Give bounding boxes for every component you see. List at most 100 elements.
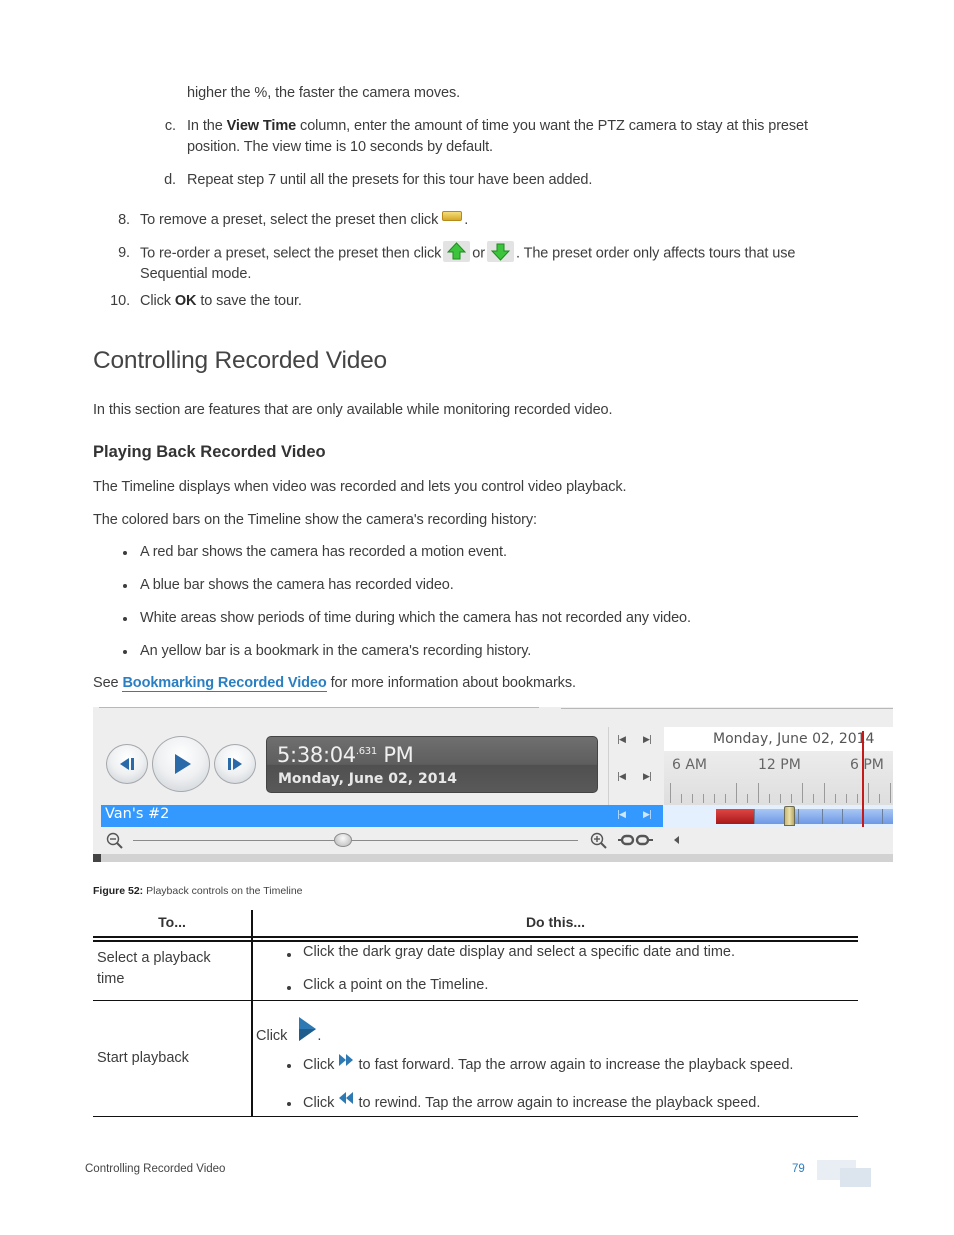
jump-end-button[interactable]: ▶|: [643, 735, 652, 745]
camera-nav: |◀ ▶|: [605, 805, 663, 827]
remove-preset-icon: [442, 211, 463, 222]
camera-prev-button[interactable]: |◀: [617, 810, 626, 820]
bookmarking-link[interactable]: Bookmarking Recorded Video: [122, 675, 327, 692]
table-cell-action: Start playback: [97, 1050, 189, 1066]
bullet-dot: [287, 1102, 291, 1106]
table-header-to: To...: [158, 914, 186, 930]
scroll-left-icon[interactable]: [673, 835, 681, 845]
ruler-tick: [857, 794, 858, 803]
play-icon: [299, 1017, 317, 1041]
ruler-tick: [791, 794, 792, 803]
date-time-display[interactable]: 5:38:04.631 PM Monday, June 02, 2014: [266, 736, 598, 793]
jump-start-button[interactable]: |◀: [617, 735, 626, 745]
recorded-video-bar: [862, 809, 883, 824]
timeline-date-header: Monday, June 02, 2014: [664, 727, 893, 751]
zoom-in-icon[interactable]: [590, 832, 608, 850]
clock-time: 5:38:04.631 PM: [277, 743, 414, 767]
move-up-icon: [443, 241, 471, 262]
ruler-tick: [725, 794, 726, 803]
zoom-row: [101, 827, 893, 853]
paragraph: The Timeline displays when video was rec…: [93, 479, 627, 495]
camera-row[interactable]: Van's #2: [101, 805, 663, 827]
prev-event-button[interactable]: |◀: [617, 772, 626, 782]
motion-event-bar: [716, 809, 754, 824]
table-bullet: Click to fast forward. Tap the arrow aga…: [303, 1053, 793, 1076]
zoom-out-icon[interactable]: [106, 832, 124, 850]
bullet-dot: [287, 953, 291, 957]
timeline-track[interactable]: [664, 805, 893, 827]
footer-section: Controlling Recorded Video: [85, 1163, 226, 1175]
step-9-line2: Sequential mode.: [140, 266, 252, 282]
bullet-item: A blue bar shows the camera has recorded…: [140, 577, 454, 593]
table-bullet: Click to rewind. Tap the arrow again to …: [303, 1091, 760, 1114]
ruler-tick: [868, 783, 869, 803]
list-marker: 10.: [110, 293, 130, 309]
ruler-label: 6 AM: [672, 757, 708, 773]
recorded-video-bar: [798, 809, 823, 824]
step-forward-button[interactable]: [214, 744, 256, 784]
bullet-item: An yellow bar is a bookmark in the camer…: [140, 643, 532, 659]
play-button[interactable]: [152, 736, 210, 792]
table-header-do: Do this...: [525, 914, 586, 930]
step-8: To remove a preset, select the preset th…: [140, 211, 469, 228]
playback-controls-figure: 5:38:04.631 PM Monday, June 02, 2014 |◀ …: [93, 707, 893, 862]
subsection-title: Playing Back Recorded Video: [93, 443, 326, 461]
figure-caption: Figure 52: Playback controls on the Time…: [93, 885, 303, 897]
ruler-tick: [802, 783, 803, 803]
ruler-tick: [692, 794, 693, 803]
ruler-tick: [824, 783, 825, 803]
table-rule: [93, 936, 858, 938]
step-10: Click OK to save the tour.: [140, 293, 302, 309]
camera-next-button[interactable]: ▶|: [643, 810, 652, 820]
step-forward-icon: [228, 758, 242, 770]
timeline-ruler[interactable]: 6 AM 12 PM 6 PM: [664, 751, 893, 805]
table-lead: Click.: [256, 1016, 321, 1047]
ruler-tick: [681, 794, 682, 803]
zoom-slider-track[interactable]: [133, 840, 578, 841]
play-icon: [175, 754, 191, 774]
divider: [561, 708, 893, 709]
fast-forward-icon: [339, 1054, 354, 1066]
camera-name: Van's #2: [105, 806, 170, 822]
step-back-icon: [120, 758, 134, 770]
ruler-tick: [670, 783, 671, 803]
table-bullet: Click a point on the Timeline.: [303, 977, 489, 993]
see-also: See Bookmarking Recorded Video for more …: [93, 675, 576, 692]
ruler-tick: [747, 794, 748, 803]
recorded-video-bar: [842, 809, 863, 824]
list-marker: d.: [164, 172, 176, 188]
list-marker: c.: [164, 118, 176, 134]
list-marker: 8.: [118, 212, 130, 228]
next-event-button[interactable]: ▶|: [643, 772, 652, 782]
bullet-dot: [287, 986, 291, 990]
ruler-tick: [703, 794, 704, 803]
bookmark-marker[interactable]: [784, 806, 795, 826]
figure-bottom-border: [93, 854, 893, 862]
section-intro: In this section are features that are on…: [93, 402, 613, 418]
ruler-tick: [813, 794, 814, 803]
divider: [99, 707, 539, 708]
link-timelines-icon[interactable]: [618, 834, 654, 846]
recorded-video-bar: [882, 809, 893, 824]
paragraph: The colored bars on the Timeline show th…: [93, 512, 537, 528]
ruler-tick: [769, 794, 770, 803]
zoom-slider-handle[interactable]: [334, 833, 353, 847]
page-number: 79: [792, 1163, 805, 1175]
ruler-tick: [879, 794, 880, 803]
ruler-tick: [846, 794, 847, 803]
ruler-tick: [714, 794, 715, 803]
footer-decoration: [840, 1168, 871, 1187]
table-cell-action: Select a playback: [97, 950, 211, 966]
table-bullet: Click the dark gray date display and sel…: [303, 944, 736, 960]
table-row-rule: [93, 1000, 858, 1001]
step-back-button[interactable]: [106, 744, 148, 784]
ruler-tick: [736, 783, 737, 803]
ruler-tick: [758, 783, 759, 803]
bullet-dot: [123, 584, 127, 588]
section-title: Controlling Recorded Video: [93, 347, 387, 374]
bullet-dot: [123, 551, 127, 555]
bullet-dot: [123, 617, 127, 621]
bullet-item: A red bar shows the camera has recorded …: [140, 544, 507, 560]
playback-cursor[interactable]: [862, 731, 864, 827]
step-9: To re-order a preset, select the preset …: [140, 241, 860, 264]
